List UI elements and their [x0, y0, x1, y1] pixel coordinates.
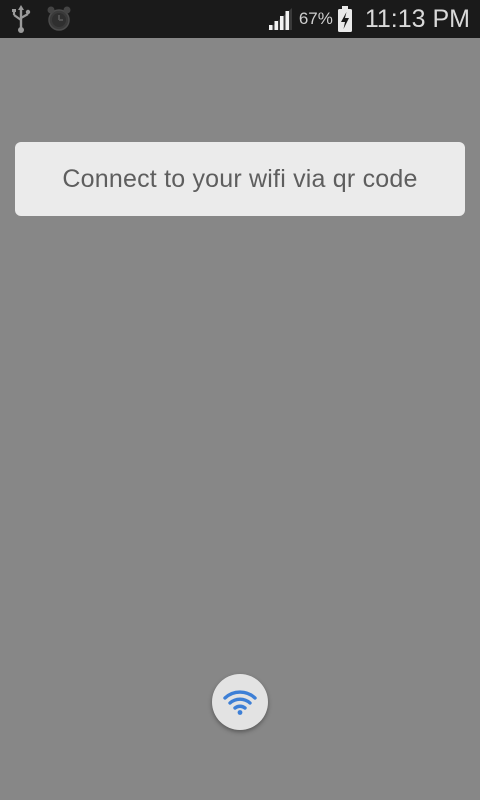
- signal-bars-icon: [267, 7, 293, 31]
- status-bar: 67% 11:13 PM: [0, 0, 480, 38]
- status-bar-right: 67% 11:13 PM: [267, 0, 470, 38]
- alarm-clock-icon: [46, 5, 72, 33]
- battery-charging-icon: [337, 5, 353, 33]
- status-clock: 11:13 PM: [364, 4, 470, 33]
- connect-wifi-card[interactable]: Connect to your wifi via qr code: [15, 142, 465, 216]
- usb-icon: [10, 4, 32, 34]
- wifi-button[interactable]: [212, 674, 268, 730]
- status-bar-left: [10, 4, 72, 34]
- connect-wifi-label: Connect to your wifi via qr code: [62, 164, 418, 193]
- battery-percent: 67%: [298, 9, 333, 28]
- wifi-icon: [223, 688, 257, 716]
- main-area: Connect to your wifi via qr code: [0, 38, 480, 800]
